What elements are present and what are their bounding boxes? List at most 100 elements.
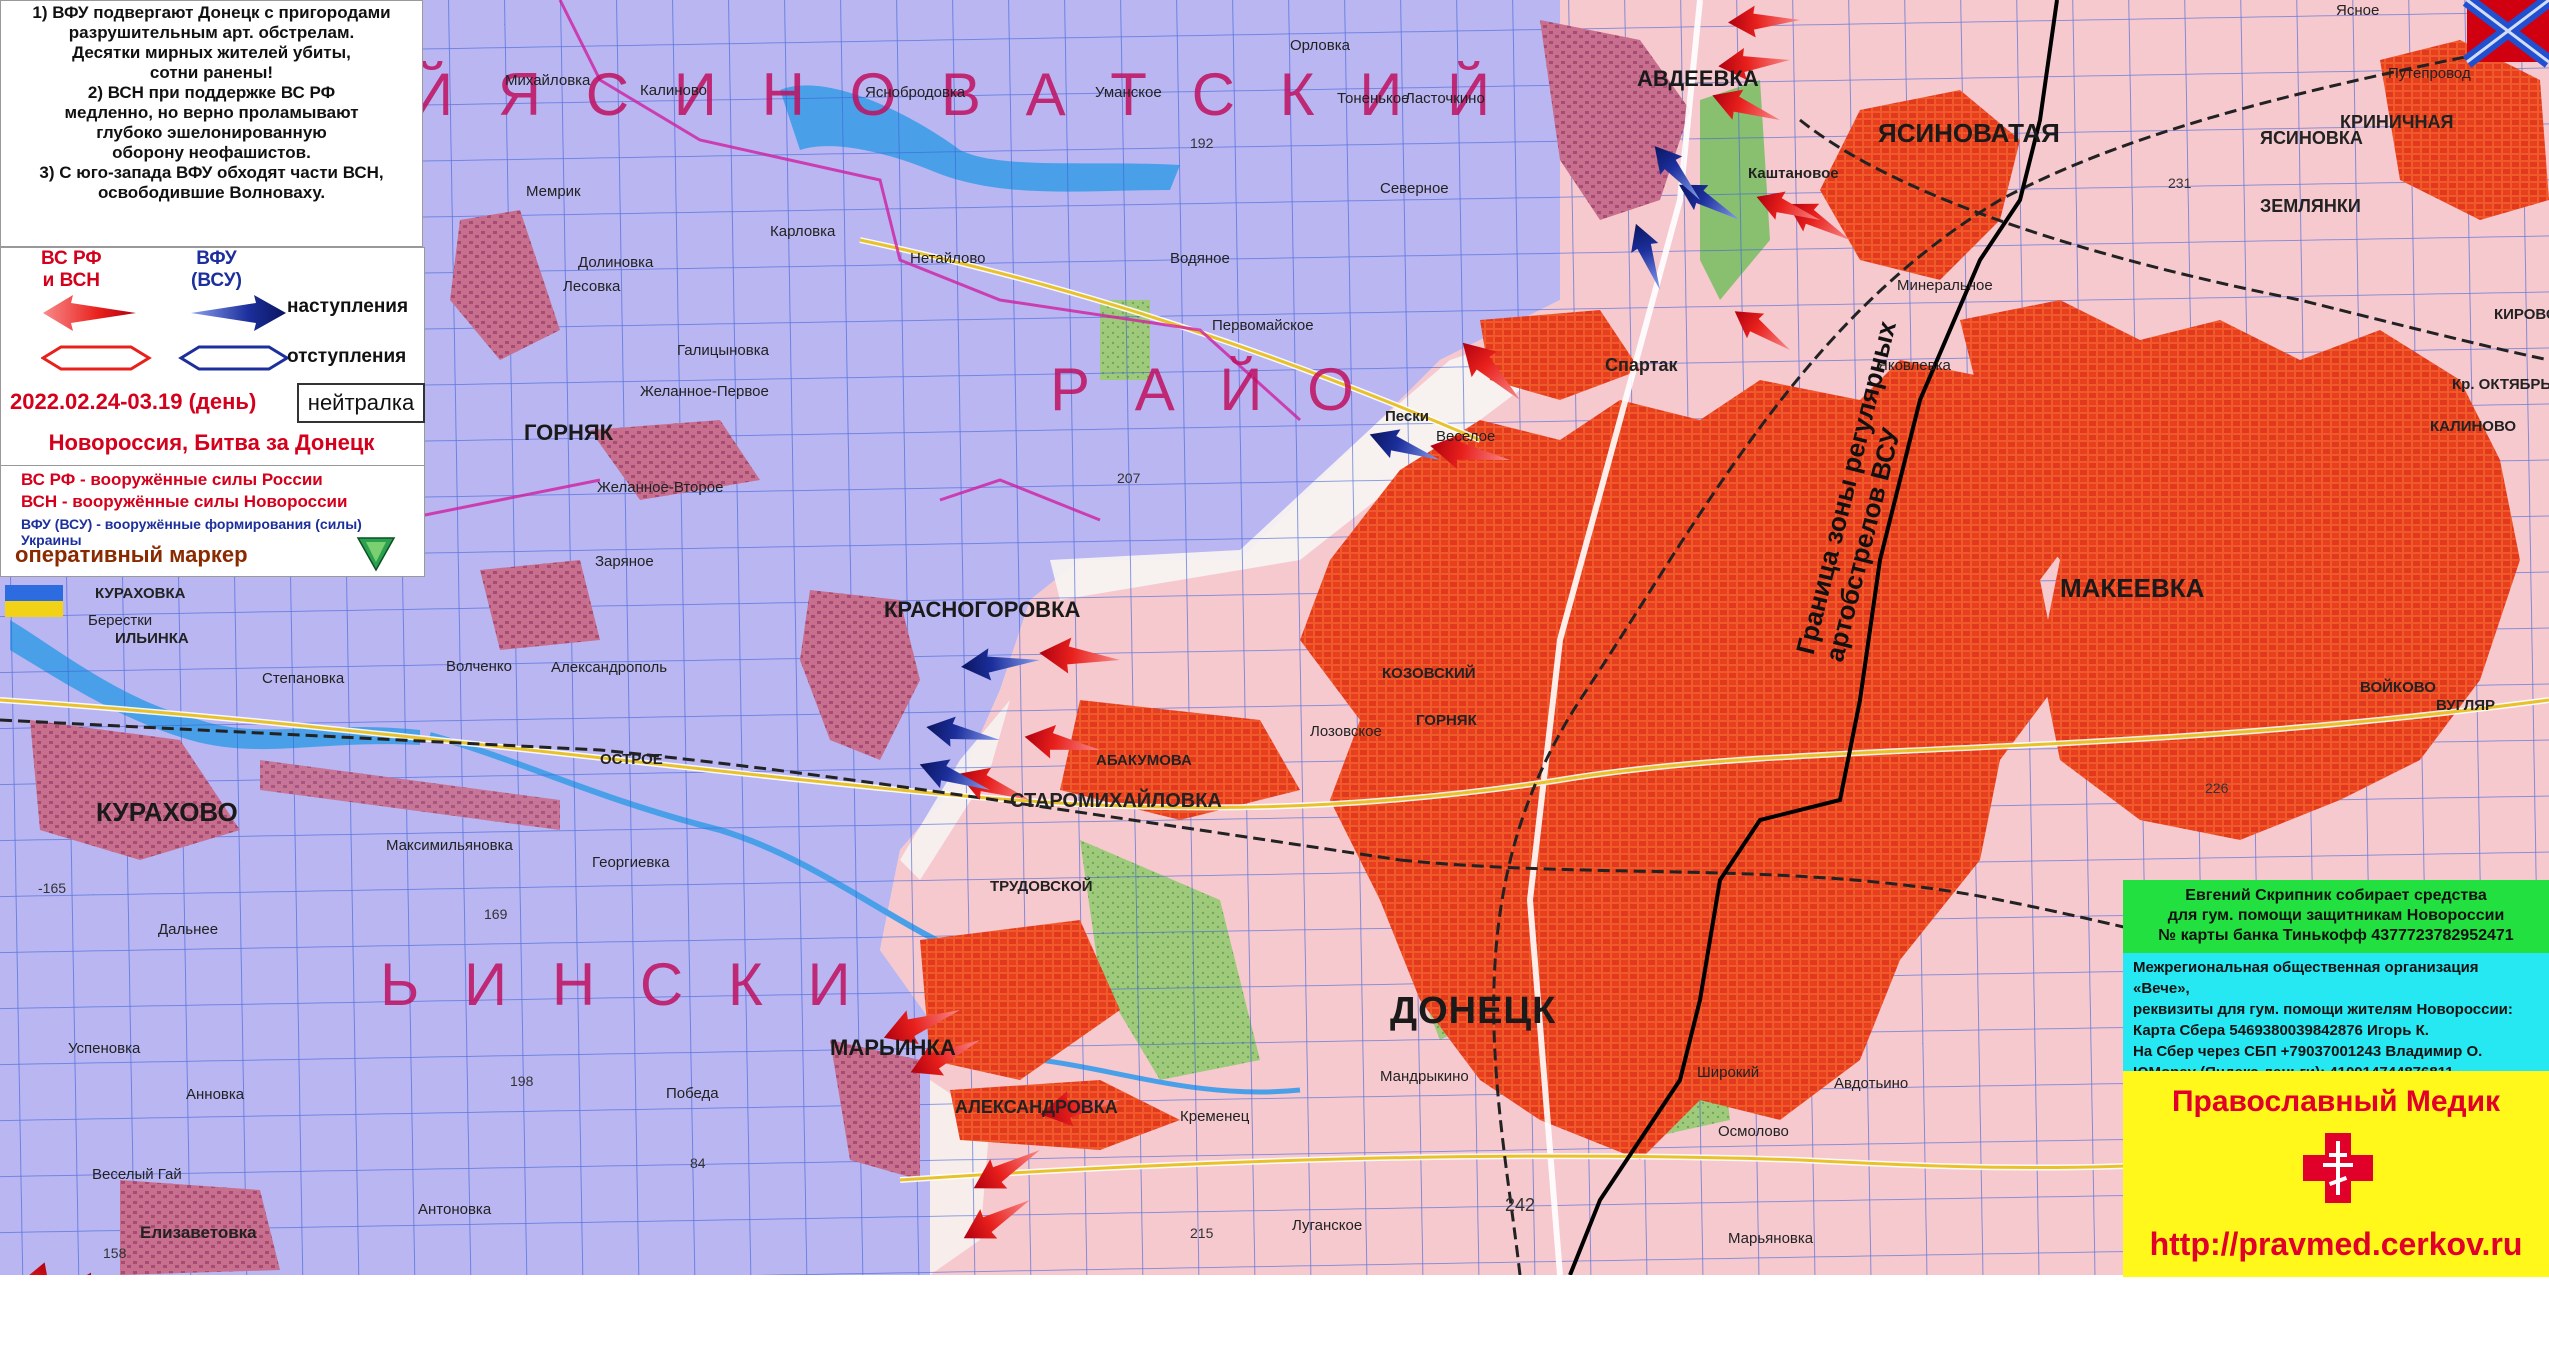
city-pervomayskoe: Первомайское [1212,317,1314,334]
city-lastochkino: Ласточкино [1405,90,1485,107]
city-putevoe: Путепровод [2388,65,2471,82]
city-shirokiy: Широкий [1697,1064,1760,1081]
city-krasnogorovka: КРАСНОГОРОВКА [884,597,1081,622]
medic-name: Православный Медик [2171,1085,2501,1118]
medic-url-link[interactable]: http://pravmed.cerkov.ru [2123,1226,2549,1263]
elevation-242: 242 [1505,1195,1536,1215]
legend-ua-label: ВФУ (ВСУ) [191,248,242,291]
city-donetsk: ДОНЕЦК [1390,990,1557,1032]
legend-retreat-arrows-icon [41,345,290,371]
city-zemlyanki: ЗЕМЛЯНКИ [2260,196,2361,216]
info-notes-panel: 1) ВФУ подвергают Донецк с пригородами р… [0,0,423,247]
city-maryanovka: Марьяновка [1728,1230,1814,1247]
city-aleksandropol: Александрополь [551,659,668,676]
city-trudovskoi: ТРУДОВСКОЙ [990,878,1093,895]
city-berestki: Берестки [88,612,153,629]
elevation-215: 215 [1190,1225,1214,1241]
city-vuglyar: ВУГЛЯР [2436,697,2496,714]
legend-advance-label: наступления [287,296,409,317]
elevation-165: -165 [38,880,67,896]
elevation-231: 231 [2168,175,2192,191]
date-range: 2022.02.24-03.19 (день) [10,389,257,414]
city-vodyanoe: Водяное [1170,250,1230,267]
city-kremenets: Кременец [1180,1108,1250,1125]
city-yasinovataya: ЯСИНОВАТАЯ [1878,118,2060,148]
ukraine-flag-icon [5,585,63,617]
city-mikhailovka: Михайловка [505,72,591,89]
operative-marker-label: оперативный маркер [15,542,248,567]
elevation-198: 198 [510,1073,534,1089]
elevation-169: 169 [484,906,508,922]
neutral-zone-label: нейтралка [297,383,425,423]
city-krinichnaya: КРИНИЧНАЯ [2340,112,2454,132]
elevation-207: 207 [1117,470,1141,486]
city-gornyak2: ГОРНЯК [1416,712,1477,729]
city-kashtanovoe: Каштановое [1748,165,1839,182]
city-veselyi-gai: Веселый Гай [92,1166,182,1183]
city-gornyak: ГОРНЯК [524,420,614,445]
city-maksimilyanovka: Максимильяновка [386,837,513,854]
city-netaylovo: Нетайлово [910,250,986,267]
map-title: Новороссия, Битва за Донецк [48,430,375,455]
city-severnoe: Северное [1380,180,1449,197]
city-kalinovo: Калиново [640,82,707,99]
city-kurakhovo: КУРАХОВО [96,797,238,827]
elevation-226: 226 [2205,780,2229,796]
city-zhelannoe-vtoroe: Желанное-Второе [597,479,724,496]
city-abakumova: АБАКУМОВА [1096,752,1192,769]
city-yasnoe: Ясное [2336,2,2380,19]
abbr-rf: ВС РФ - вооружённые силы России [21,470,323,489]
city-lozovskoe: Лозовское [1310,723,1382,740]
donation-skripnik-panel: Евгений Скрипник собирает средства для г… [2123,880,2549,953]
city-peski: Пески [1385,408,1429,425]
city-volchenko: Волченко [446,658,512,675]
city-antonovka: Антоновка [418,1201,492,1218]
city-georgievka: Георгиевка [592,854,670,871]
orthodox-cross-icon [2303,1133,2373,1203]
city-umanskoe: Уманское [1095,84,1162,101]
operative-marker-icon [356,537,396,572]
donation-veche-panel: Межрегиональная общественная организация… [2123,953,2549,1081]
city-uspenovka: Успеновка [68,1040,141,1057]
city-mandrykino: Мандрыкино [1380,1068,1469,1085]
novorossiya-flag-icon [2462,0,2549,68]
city-orlovka: Орловка [1290,37,1350,54]
city-elizavetovka: Елизаветовка [140,1223,257,1242]
city-mineralnoe: Минеральное [1897,277,1993,294]
city-dolinovka: Долиновка [578,254,654,271]
city-avdeevka: АВДЕЕВКА [1637,66,1759,91]
elevation-192: 192 [1190,135,1214,151]
city-spartak: Спартак [1605,355,1678,375]
region-label-rayon: Р А Й О [1050,356,1368,423]
city-zaryanoe: Заряное [595,553,654,570]
city-marinka: МАРЬИНКА [830,1035,956,1060]
city-krasnyi-oktyabr: Кр. ОКТЯБРЬ [2452,376,2549,393]
city-annovka: Анновка [186,1086,245,1103]
legend-rf-label: ВС РФ и ВСН [41,248,102,291]
city-voikovo: ВОЙКОВО [2360,679,2436,696]
city-kozovsky: КОЗОВСКИЙ [1382,665,1476,682]
city-yasnobrodovka: Яснобродовка [865,84,966,101]
abbr-vsn: ВСН - вооружённые силы Новороссии [21,492,348,511]
city-karlovka: Карловка [770,223,836,240]
city-makeevka: МАКЕЕВКА [2060,573,2205,603]
city-avdotyino: Авдотьино [1834,1075,1909,1092]
city-galitsynovka: Галицыновка [677,342,769,359]
legend-advance-arrows-icon [43,295,286,331]
city-pobeda: Победа [666,1085,719,1102]
pravoslavny-medik-panel: Православный Медик http://pravmed.cerkov… [2123,1071,2549,1277]
city-veseloe: Веселое [1436,428,1496,445]
city-memrik: Мемрик [526,183,581,200]
city-staromikhailovka: СТАРОМИХАЙЛОВКА [1010,790,1222,812]
city-kalinovo-mak: КАЛИНОВО [2430,418,2517,435]
city-dalnee: Дальнее [158,921,219,938]
elevation-158: 158 [103,1245,127,1261]
abbreviations-panel: ВС РФ - вооружённые силы России ВСН - во… [0,465,425,577]
city-zhelannoe-pervoe: Желанное-Первое [640,383,769,400]
elevation-84: 84 [690,1155,706,1171]
city-luganskoe: Луганское [1292,1217,1363,1234]
city-osmolovo: Осмолово [1718,1123,1789,1140]
city-ilyinka: ИЛЬИНКА [115,630,189,647]
city-aleksandrovka: АЛЕКСАНДРОВКА [955,1097,1118,1117]
city-stepanovka: Степановка [262,670,345,687]
